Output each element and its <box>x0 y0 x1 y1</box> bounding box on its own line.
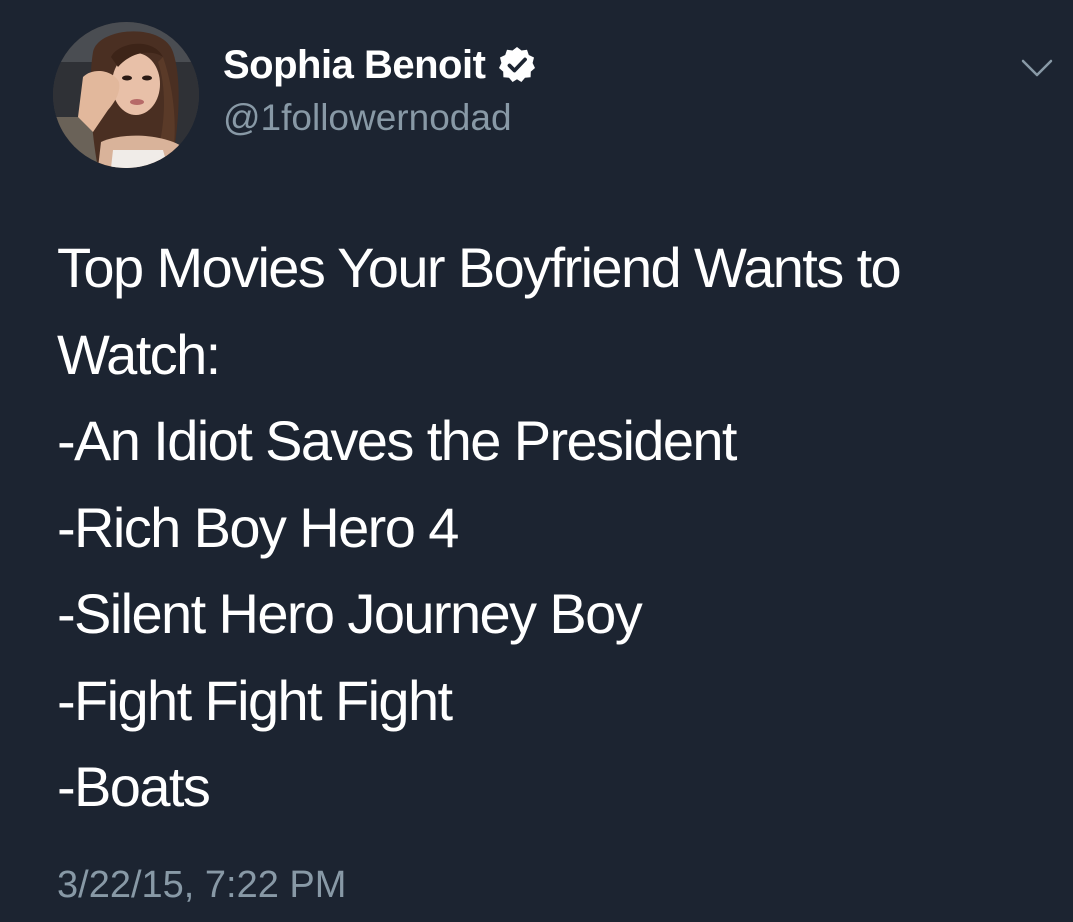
tweet-text-line: -Rich Boy Hero 4 <box>57 495 459 559</box>
chevron-down-icon[interactable] <box>1018 52 1056 84</box>
tweet-text-line: Top Movies Your Boyfriend Wants to <box>57 236 902 299</box>
verified-badge-icon <box>497 45 537 85</box>
author-name-row: Sophia Benoit <box>223 42 537 88</box>
tweet-text-line: -Boats <box>57 755 211 818</box>
tweet-text-line: -Silent Hero Journey Boy <box>57 582 643 645</box>
tweet-text-line: Watch: <box>57 322 221 386</box>
tweet-timestamp[interactable]: 3/22/15, 7:22 PM <box>57 862 346 908</box>
author-handle[interactable]: @1followernodad <box>223 96 512 140</box>
avatar-photo <box>53 22 199 168</box>
tweet-text-line: -An Idiot Saves the President <box>57 409 738 472</box>
display-name[interactable]: Sophia Benoit <box>223 42 486 88</box>
avatar[interactable] <box>53 22 199 168</box>
tweet-text: Top Movies Your Boyfriend Wants to Watch… <box>57 225 1037 831</box>
tweet-text-line: -Fight Fight Fight <box>57 668 453 732</box>
tweet-card: Sophia Benoit @1followernodad Top Movies… <box>0 0 1073 922</box>
